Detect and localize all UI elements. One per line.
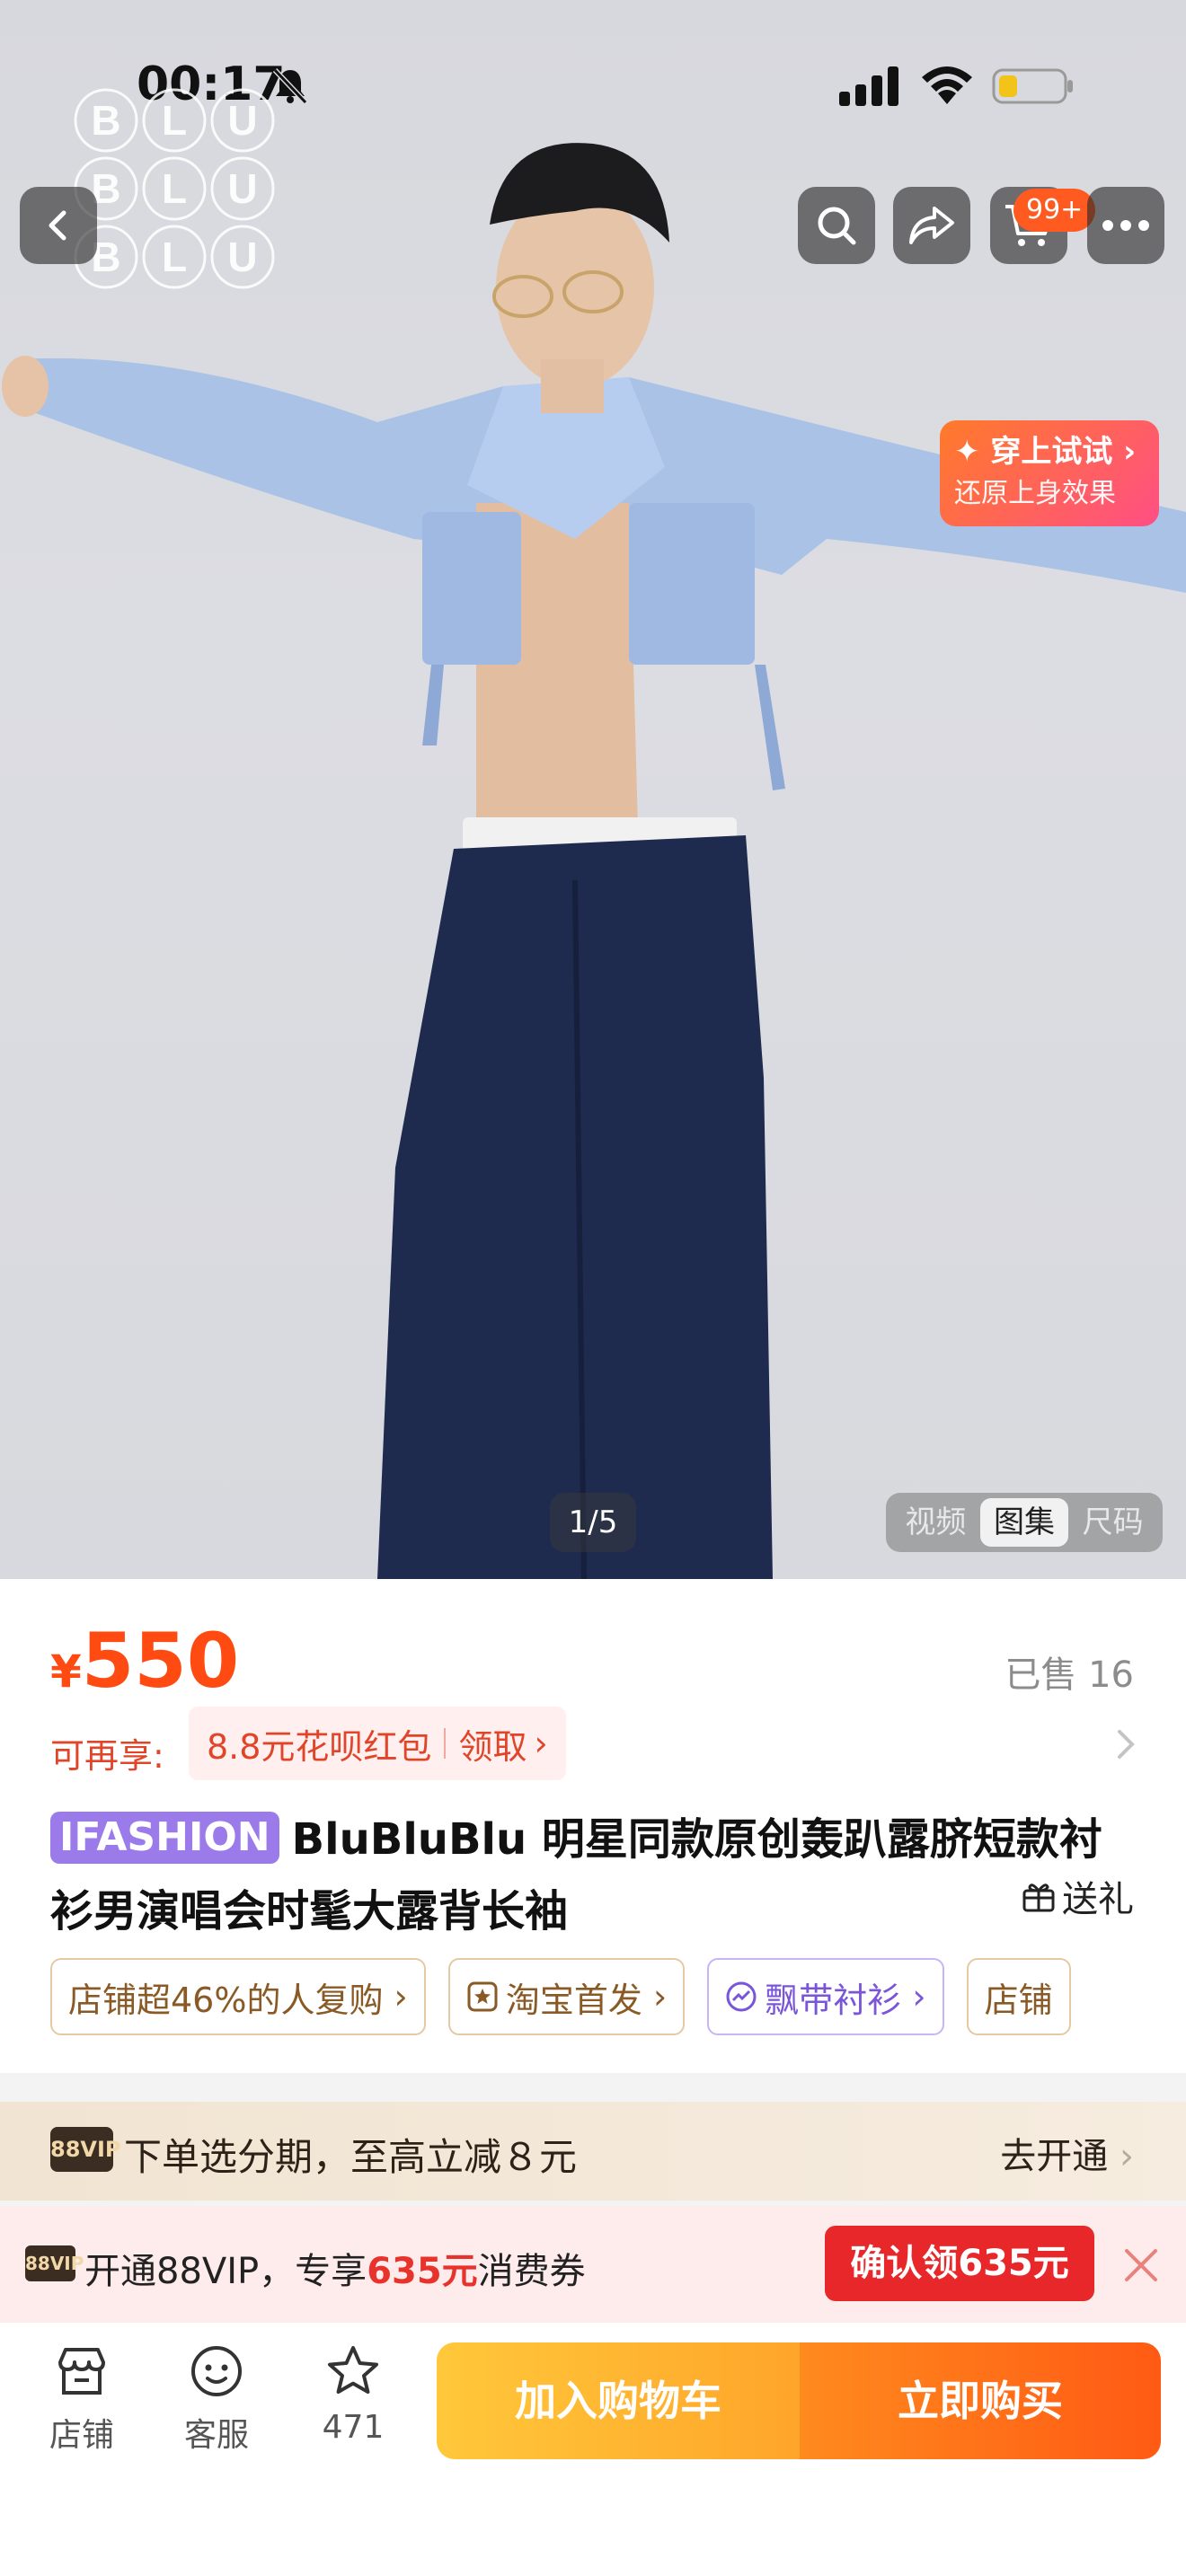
vip-installment-banner[interactable]: 88VIP 下单选分期，至高立减８元 去开通 › [0,2102,1186,2201]
vip-logo: 88VIP [50,2127,121,2172]
price: ¥550 [50,1617,239,1705]
chevron-right-icon[interactable] [1114,1726,1139,1762]
product-info-card: ¥550 已售 16 可再享: 8.8元花呗红包 领取 › IFASHION Bl… [0,1579,1186,2073]
try-on-subtitle: 还原上身效果 [954,478,1116,509]
tag-ribbon-shirt[interactable]: 飘带衬衫 › [707,1958,944,2035]
star-icon [328,2346,378,2394]
gift-label: 送礼 [1062,1879,1134,1920]
shop-label: 店铺 [49,2417,114,2454]
coupon-text: 开通88VIP，专享635元消费券 [84,2242,586,2294]
customer-service-button[interactable]: 客服 [167,2342,266,2456]
favorite-button[interactable]: 471 [304,2342,403,2446]
price-value: 550 [81,1617,240,1705]
tab-video[interactable]: 视频 [891,1498,980,1547]
media-tabs: 视频 图集 尺码 [886,1493,1163,1552]
try-on-title: ✦ 穿上试试 [954,434,1113,470]
svg-text:L: L [162,234,187,280]
add-to-cart-button[interactable]: 加入购物车 [437,2342,800,2459]
wifi-icon [922,66,972,104]
virtual-try-on-button[interactable]: ✦ 穿上试试 › 还原上身效果 [940,420,1159,526]
ifashion-badge: IFASHION [50,1812,279,1864]
tag-repurchase[interactable]: 店铺超46%的人复购 › [50,1958,426,2035]
tab-size[interactable]: 尺码 [1068,1498,1157,1547]
brand-logo: BLU BLU BLU [74,88,275,289]
chevron-right-icon: › [1120,2136,1134,2177]
close-icon[interactable] [1123,2247,1159,2283]
divider [444,1728,447,1759]
coupon-text-prefix: 开通88VIP，专享 [84,2251,367,2292]
tag-label: 店铺超46%的人复购 [68,1980,384,2020]
search-button[interactable] [798,187,875,264]
search-icon [818,207,856,245]
back-button[interactable] [20,187,97,264]
tag-label: 店铺 [984,1980,1053,2020]
service-label: 客服 [183,2417,249,2454]
vip-open-link[interactable]: 去开通 › [1000,2127,1134,2179]
chevron-left-icon [49,210,66,241]
gift-button[interactable]: 送礼 [1021,1870,1134,1922]
svg-text:L: L [162,97,187,144]
tag-shop[interactable]: 店铺 [966,1958,1071,2035]
vip-coupon-banner: 88VIP 开通88VIP，专享635元消费券 确认领635元 [0,2206,1186,2323]
svg-text:U: U [227,97,257,144]
svg-text:U: U [227,165,257,212]
share-button[interactable] [893,187,970,264]
claim-coupon-button[interactable]: 确认领635元 [825,2226,1094,2301]
price-currency: ¥ [50,1645,82,1698]
svg-text:U: U [227,234,257,280]
favorites-count: 471 [322,2409,385,2446]
trend-icon [726,1981,757,2012]
vip-banner-text: 下单选分期，至高立减８元 [124,2135,578,2179]
coupon-amount: 635元 [367,2251,478,2292]
image-counter: 1/5 [550,1493,636,1552]
svg-text:B: B [91,97,120,144]
chat-smile-icon [191,2346,242,2396]
more-dots-icon [1102,220,1149,231]
vip-cta-label: 去开通 [1000,2136,1109,2177]
tag-taobao-debut[interactable]: 淘宝首发 › [447,1958,686,2035]
promo-label: 可再享: [50,1736,164,1776]
shop-icon [58,2348,105,2395]
tag-row: 店铺超46%的人复购 › 淘宝首发 › 飘带衬衫 › 店铺 [50,1958,1136,2039]
battery-icon [992,68,1073,104]
bottom-action-bar: 店铺 客服 471 加入购物车 立即购买 [0,2323,1186,2576]
tab-gallery[interactable]: 图集 [979,1498,1069,1547]
product-image-gallery[interactable]: 00:17 BLU B L U B L U 99+ ✦ 穿上试试 › 还原上身效… [0,0,1186,1579]
more-button[interactable] [1087,187,1164,264]
sold-count: 已售 16 [1005,1654,1134,1696]
share-icon [909,207,954,244]
huabei-coupon-pill[interactable]: 8.8元花呗红包 领取 › [189,1707,566,1780]
tag-label: 飘带衬衫 [765,1980,902,2020]
star-badge-icon [467,1981,498,2012]
buy-now-button[interactable]: 立即购买 [800,2342,1161,2459]
tag-label: 淘宝首发 [505,1980,642,2020]
cart-badge: 99+ [1013,189,1096,232]
gift-icon [1022,1883,1055,1912]
svg-text:L: L [162,165,187,212]
product-title: IFASHION BluBluBlu 明星同款原创轰趴露脐短款衬衫男演唱会时髦大露… [50,1804,1111,1947]
promo-offer: 8.8元花呗红包 [207,1726,432,1767]
promo-claim-button[interactable]: 领取 [458,1719,527,1769]
vip-logo: 88VIP [25,2245,84,2281]
shop-button[interactable]: 店铺 [32,2342,131,2456]
chevron-right-icon: › [534,1724,548,1763]
coupon-text-suffix: 消费券 [477,2251,586,2292]
cellular-signal-icon [839,66,898,106]
